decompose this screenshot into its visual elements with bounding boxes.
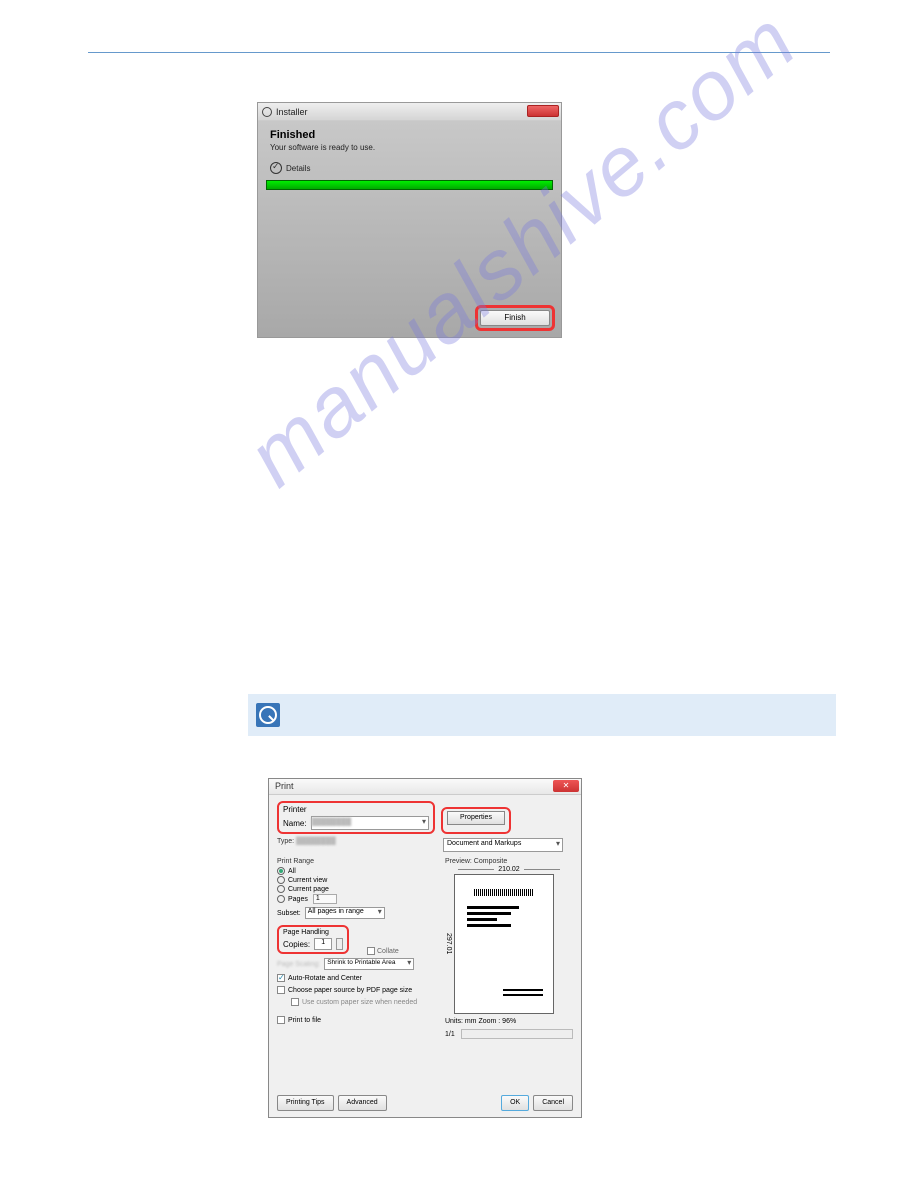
- installer-heading: Finished: [270, 129, 549, 141]
- custom-paper-checkbox[interactable]: Use custom paper size when needed: [291, 998, 437, 1006]
- details-row[interactable]: Details: [270, 162, 549, 174]
- installer-subtext: Your software is ready to use.: [270, 143, 549, 152]
- printer-group-label: Printer: [283, 805, 429, 814]
- pages-input[interactable]: 1: [313, 894, 337, 904]
- print-title: Print: [275, 781, 294, 791]
- finish-button[interactable]: Finish: [480, 310, 550, 326]
- print-to-file-checkbox[interactable]: Print to file: [277, 1016, 437, 1024]
- preview-page: [454, 874, 554, 1014]
- checkbox-icon: [277, 986, 285, 994]
- auto-rotate-checkbox[interactable]: Auto-Rotate and Center: [277, 974, 437, 982]
- installer-body: Finished Your software is ready to use. …: [258, 121, 561, 337]
- printing-tips-button[interactable]: Printing Tips: [277, 1095, 334, 1111]
- close-icon[interactable]: ✕: [553, 780, 579, 792]
- preview-height: 297.01: [445, 933, 452, 954]
- header-divider: [88, 52, 830, 53]
- properties-button[interactable]: Properties: [447, 811, 505, 825]
- copies-input[interactable]: 1: [314, 938, 332, 950]
- name-label: Name:: [283, 819, 307, 828]
- choose-paper-checkbox[interactable]: Choose paper source by PDF page size: [277, 986, 437, 994]
- preview-width: 210.02: [445, 866, 573, 873]
- installer-window: Installer Finished Your software is read…: [257, 102, 562, 338]
- finish-highlight: Finish: [475, 305, 555, 331]
- print-range-title: Print Range: [277, 858, 437, 865]
- printer-name-dropdown[interactable]: ████████: [311, 816, 429, 830]
- radio-icon: [277, 895, 285, 903]
- close-icon[interactable]: [527, 105, 559, 117]
- checkbox-icon: [291, 998, 299, 1006]
- comments-dropdown[interactable]: Document and Markups: [443, 838, 563, 852]
- checkbox-icon: [367, 947, 375, 955]
- print-range-group: Print Range All Current view Current pag…: [277, 858, 437, 919]
- page-scaling-dropdown[interactable]: Shrink to Printable Area: [324, 958, 414, 970]
- radio-icon: [277, 885, 285, 893]
- progress-bar: [266, 180, 553, 190]
- radio-icon: [277, 867, 285, 875]
- barcode-icon: [474, 889, 534, 896]
- range-pages[interactable]: Pages1: [277, 894, 437, 904]
- print-body: Printer Name: ████████ Properties Type: …: [269, 795, 581, 1117]
- subset-dropdown[interactable]: All pages in range: [305, 907, 385, 919]
- preview-units: Units: mm Zoom : 96%: [445, 1018, 573, 1025]
- checkmark-circle-icon: [270, 162, 282, 174]
- type-label: Type:: [277, 838, 294, 845]
- range-current-page[interactable]: Current page: [277, 885, 437, 893]
- copies-spinner[interactable]: [336, 938, 343, 950]
- printer-name-highlight: Printer Name: ████████: [277, 801, 435, 834]
- preview-page-number: 1/1: [445, 1031, 455, 1038]
- properties-highlight: Properties: [441, 807, 511, 834]
- collate-checkbox[interactable]: Collate: [367, 947, 399, 955]
- subset-label: Subset:: [277, 910, 301, 917]
- advanced-button[interactable]: Advanced: [338, 1095, 387, 1111]
- type-value: ████████: [296, 838, 336, 845]
- preview-title: Preview: Composite: [445, 858, 573, 865]
- scaling-label: Page Scaling:: [277, 961, 320, 968]
- page-handling-highlight: Page Handling Copies: 1: [277, 925, 349, 954]
- print-dialog: Print ✕ Printer Name: ████████ Propertie…: [268, 778, 582, 1118]
- details-label: Details: [286, 164, 310, 173]
- info-banner: [248, 694, 836, 736]
- installer-app-icon: [262, 107, 272, 117]
- range-all[interactable]: All: [277, 867, 437, 875]
- installer-title: Installer: [276, 107, 308, 117]
- installer-titlebar: Installer: [258, 103, 561, 121]
- print-titlebar: Print ✕: [269, 779, 581, 795]
- page-handling-title: Page Handling: [283, 929, 343, 936]
- checkbox-icon: [277, 974, 285, 982]
- range-current-view[interactable]: Current view: [277, 876, 437, 884]
- ok-button[interactable]: OK: [501, 1095, 529, 1111]
- cancel-button[interactable]: Cancel: [533, 1095, 573, 1111]
- radio-icon: [277, 876, 285, 884]
- checkbox-icon: [277, 1016, 285, 1024]
- copies-label: Copies:: [283, 940, 310, 949]
- preview-scrollbar[interactable]: [461, 1029, 573, 1039]
- search-globe-icon: [256, 703, 280, 727]
